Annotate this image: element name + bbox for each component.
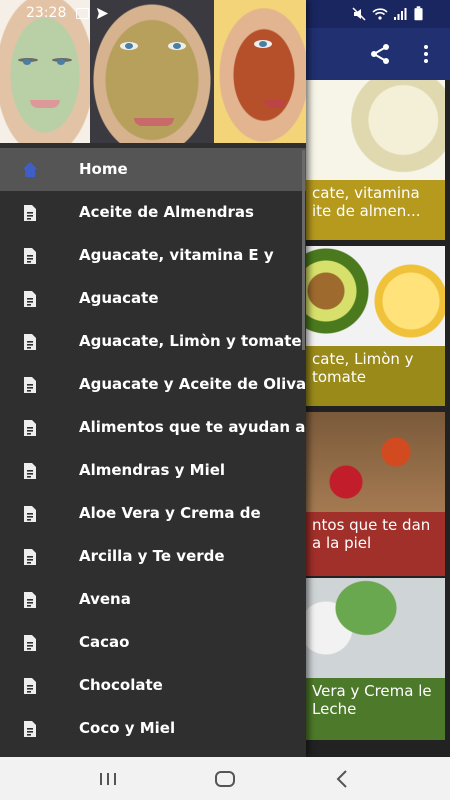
card-item[interactable]: cate, vitamina ite de almen...: [306, 80, 445, 240]
menu-item[interactable]: Chocolate: [0, 664, 306, 707]
mute-icon: [352, 7, 366, 21]
drawer-scrollbar[interactable]: [302, 150, 305, 350]
document-icon: [24, 549, 36, 565]
document-icon: [24, 420, 36, 436]
document-icon: [24, 377, 36, 393]
menu-item[interactable]: Avena: [0, 578, 306, 621]
system-nav-bar: [0, 757, 450, 800]
card-image: [306, 412, 445, 512]
card-item[interactable]: Vera y Crema le Leche: [306, 578, 445, 740]
card-item[interactable]: ntos que te dan a la piel: [306, 412, 445, 576]
menu-item-label: Aloe Vera y Crema de: [79, 504, 261, 522]
battery-icon: [414, 6, 423, 21]
document-icon: [24, 291, 36, 307]
menu-item[interactable]: Cacao: [0, 621, 306, 664]
share-icon[interactable]: [368, 42, 392, 66]
face-mask-photo: [0, 0, 90, 143]
menu-item[interactable]: Aguacate y Aceite de Oliva: [0, 363, 306, 406]
menu-item-label: Avena: [79, 590, 131, 608]
card-image: [306, 80, 445, 180]
signal-icon: [394, 8, 407, 20]
menu-item-label: Aguacate y Aceite de Oliva: [79, 375, 307, 393]
home-nav-icon[interactable]: [205, 765, 245, 793]
back-icon[interactable]: [322, 765, 362, 793]
wifi-icon: [372, 8, 388, 20]
card-caption: cate, Limòn y tomate: [306, 346, 445, 406]
card-caption: Vera y Crema le Leche: [306, 678, 445, 740]
menu-item[interactable]: Aguacate, Limòn y tomate: [0, 320, 306, 363]
menu-item-label: Coco y Miel: [79, 719, 176, 737]
menu-item-label: Almendras y Miel: [79, 461, 226, 479]
card-caption: cate, vitamina ite de almen...: [306, 180, 445, 240]
menu-item[interactable]: Aloe Vera y Crema de: [0, 492, 306, 535]
menu-item[interactable]: Aguacate: [0, 277, 306, 320]
menu-item-home[interactable]: Home: [0, 148, 306, 191]
menu-item-label: Chocolate: [79, 676, 163, 694]
menu-item-label: Aguacate: [79, 289, 159, 307]
document-icon: [24, 721, 36, 737]
card-caption: ntos que te dan a la piel: [306, 512, 445, 576]
menu-item-label: Aceite de Almendras: [79, 203, 254, 221]
document-icon: [24, 592, 36, 608]
document-icon: [24, 678, 36, 694]
menu-item-label: Arcilla y Te verde: [79, 547, 225, 565]
document-icon: [24, 205, 36, 221]
menu-item-label: Alimentos que te ayudan a: [79, 418, 306, 436]
menu-item-label: Aguacate, vitamina E y: [79, 246, 274, 264]
document-icon: [24, 248, 36, 264]
menu-item[interactable]: Aceite de Almendras: [0, 191, 306, 234]
card-image: [306, 246, 445, 346]
recent-apps-icon[interactable]: [88, 765, 128, 793]
menu-item[interactable]: Aguacate, vitamina E y: [0, 234, 306, 277]
document-icon: [24, 506, 36, 522]
face-mask-photo: [90, 0, 214, 143]
menu-item[interactable]: Arcilla y Te verde: [0, 535, 306, 578]
navigation-drawer: 23:28 Home Aceite de Almendras Aguacate,…: [0, 0, 306, 757]
menu-item-label: Home: [79, 160, 128, 178]
face-mask-photo: [214, 0, 306, 143]
more-options-icon[interactable]: [420, 42, 432, 66]
menu-item-label: Cacao: [79, 633, 130, 651]
home-icon: [23, 162, 37, 177]
card-item[interactable]: cate, Limòn y tomate: [306, 246, 445, 406]
status-time: 23:28: [26, 5, 67, 21]
menu-item[interactable]: Almendras y Miel: [0, 449, 306, 492]
drawer-header-image: [0, 0, 306, 143]
document-icon: [24, 463, 36, 479]
document-icon: [24, 635, 36, 651]
menu-item-label: Aguacate, Limòn y tomate: [79, 332, 302, 350]
document-icon: [24, 334, 36, 350]
card-image: [306, 578, 445, 678]
menu-item[interactable]: Alimentos que te ayudan a: [0, 406, 306, 449]
send-icon: [96, 7, 109, 20]
menu-item[interactable]: Coco y Miel: [0, 707, 306, 750]
gallery-icon: [76, 8, 89, 19]
